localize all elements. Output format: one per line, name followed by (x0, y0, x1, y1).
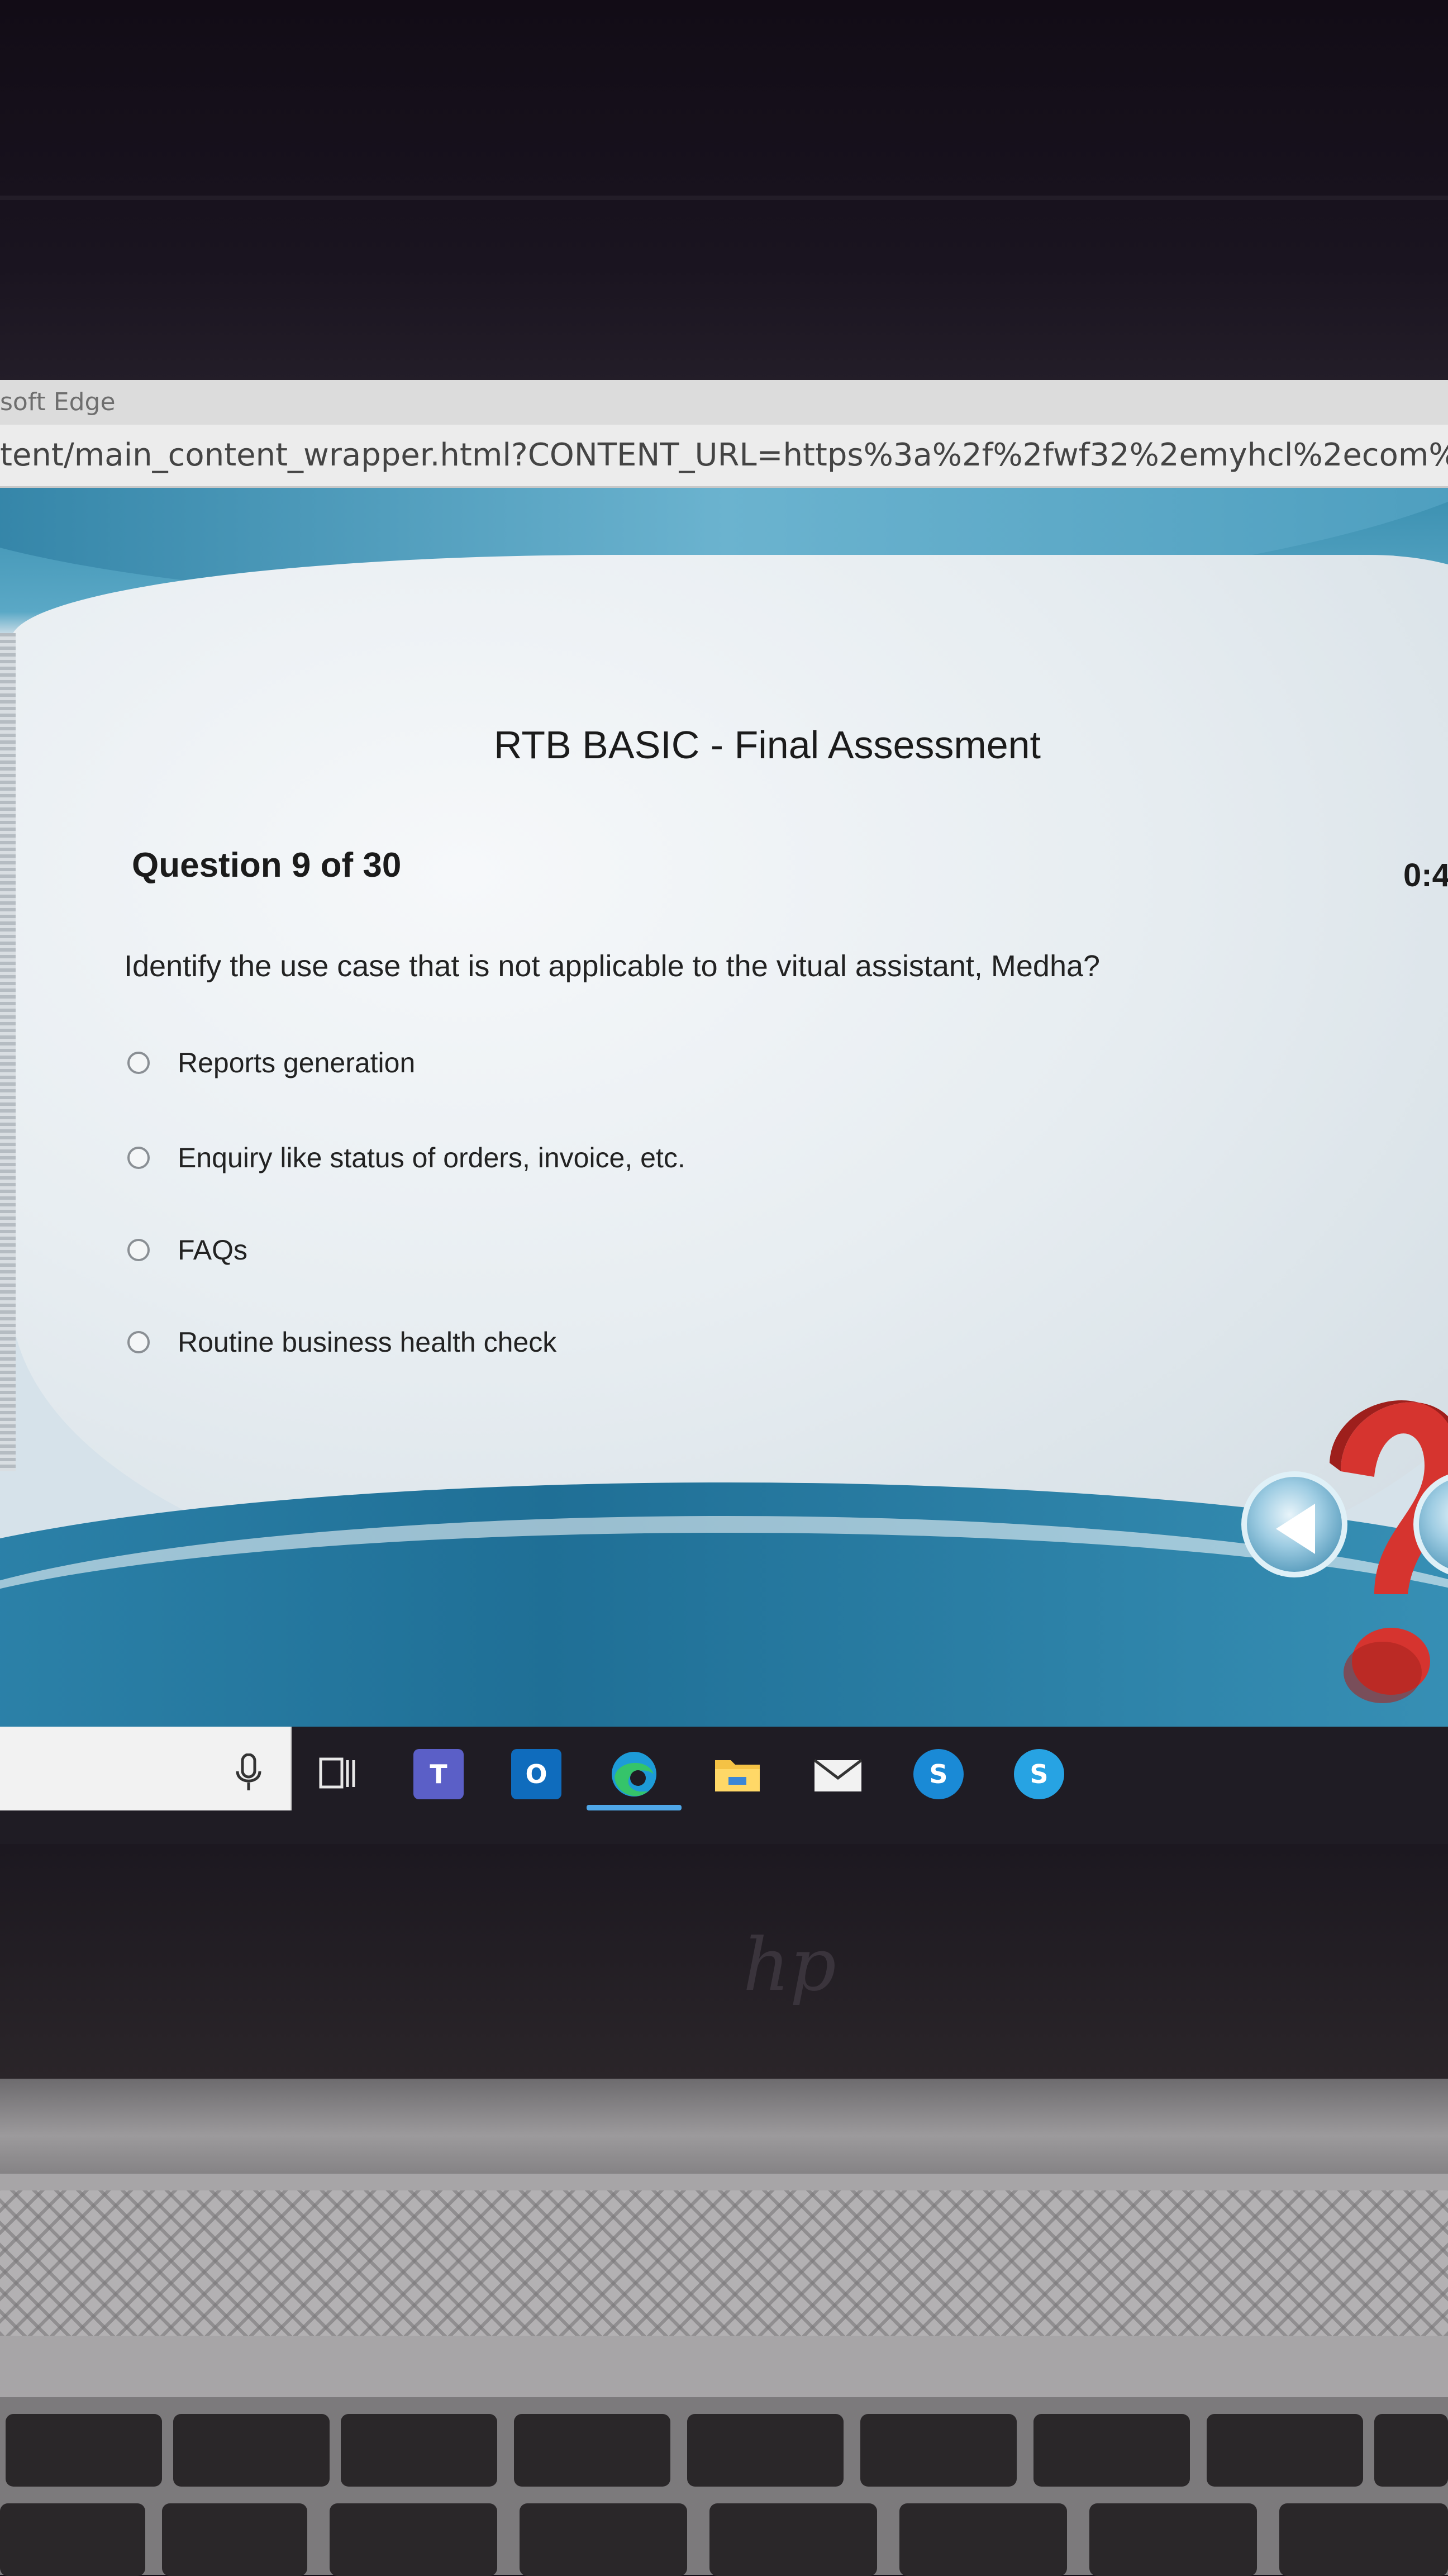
address-bar-url[interactable]: tent/main_content_wrapper.html?CONTENT_U… (0, 437, 1448, 473)
bezel-edge (0, 196, 1448, 200)
laptop-keyboard-deck (0, 2174, 1448, 2576)
speaker-grille (0, 2190, 1448, 2336)
answer-option-label[interactable]: Enquiry like status of orders, invoice, … (178, 1142, 685, 1174)
keyboard-key (687, 2414, 844, 2487)
radio-button[interactable] (127, 1239, 150, 1261)
radio-button[interactable] (127, 1147, 150, 1169)
assessment-title: RTB BASIC - Final Assessment (494, 723, 1041, 767)
keyboard-key (6, 2414, 162, 2487)
assessment-content: RTB BASIC - Final Assessment Question 9 … (0, 488, 1448, 1728)
keyboard-key (514, 2414, 670, 2487)
question-card (11, 555, 1448, 1617)
keyboard-key (1089, 2503, 1257, 2576)
radio-button[interactable] (127, 1331, 150, 1353)
answer-option-4[interactable]: Routine business health check (127, 1326, 556, 1358)
laptop-screen: soft Edge tent/main_content_wrapper.html… (0, 380, 1448, 1844)
answer-option-1[interactable]: Reports generation (127, 1047, 415, 1079)
keyboard-key (520, 2503, 687, 2576)
keyboard-key (899, 2503, 1067, 2576)
browser-title: soft Edge (0, 388, 116, 416)
keyboard-key (173, 2414, 330, 2487)
keyboard-key (1033, 2414, 1190, 2487)
mail-icon[interactable] (813, 1749, 863, 1799)
hp-logo-icon: hp (743, 1922, 836, 2007)
answer-option-3[interactable]: FAQs (127, 1234, 247, 1266)
skype-icon[interactable]: S (1014, 1749, 1064, 1799)
keyboard-key (0, 2503, 145, 2576)
laptop-bezel-top (0, 0, 1448, 380)
timer: 0:4 (1403, 857, 1448, 893)
outlook-icon[interactable]: O (511, 1749, 561, 1799)
keyboard (0, 2397, 1448, 2576)
laptop-hinge (0, 2079, 1448, 2174)
windows-taskbar: T O S S (0, 1727, 1448, 1844)
arrow-left-icon (1276, 1504, 1315, 1554)
microphone-icon[interactable] (235, 1753, 263, 1793)
keyboard-key (162, 2503, 307, 2576)
keyboard-key (341, 2414, 497, 2487)
skype-for-business-icon[interactable]: S (913, 1749, 964, 1799)
file-explorer-icon[interactable] (712, 1749, 763, 1799)
answer-option-2[interactable]: Enquiry like status of orders, invoice, … (127, 1142, 685, 1174)
question-text: Identify the use case that is not applic… (124, 949, 1101, 983)
keyboard-key (330, 2503, 497, 2576)
keyboard-key (709, 2503, 877, 2576)
radio-button[interactable] (127, 1052, 150, 1074)
laptop-chin: hp (0, 1844, 1448, 2079)
task-view-icon[interactable] (313, 1749, 363, 1799)
edge-icon[interactable] (609, 1749, 659, 1799)
teams-icon[interactable]: T (413, 1749, 464, 1799)
answer-option-label[interactable]: FAQs (178, 1234, 247, 1266)
active-app-indicator (587, 1805, 682, 1810)
taskbar-search-box[interactable] (0, 1727, 292, 1810)
answer-option-label[interactable]: Routine business health check (178, 1326, 556, 1358)
keyboard-key (860, 2414, 1017, 2487)
previous-button[interactable] (1241, 1471, 1347, 1577)
browser-titlebar: soft Edge (0, 380, 1448, 425)
question-counter: Question 9 of 30 (132, 846, 402, 885)
page-edge-decoration (0, 633, 16, 1471)
keyboard-key (1207, 2414, 1363, 2487)
keyboard-key (1374, 2414, 1448, 2487)
answer-option-label[interactable]: Reports generation (178, 1047, 415, 1079)
keyboard-key (1279, 2503, 1448, 2576)
address-bar[interactable]: tent/main_content_wrapper.html?CONTENT_U… (0, 425, 1448, 488)
